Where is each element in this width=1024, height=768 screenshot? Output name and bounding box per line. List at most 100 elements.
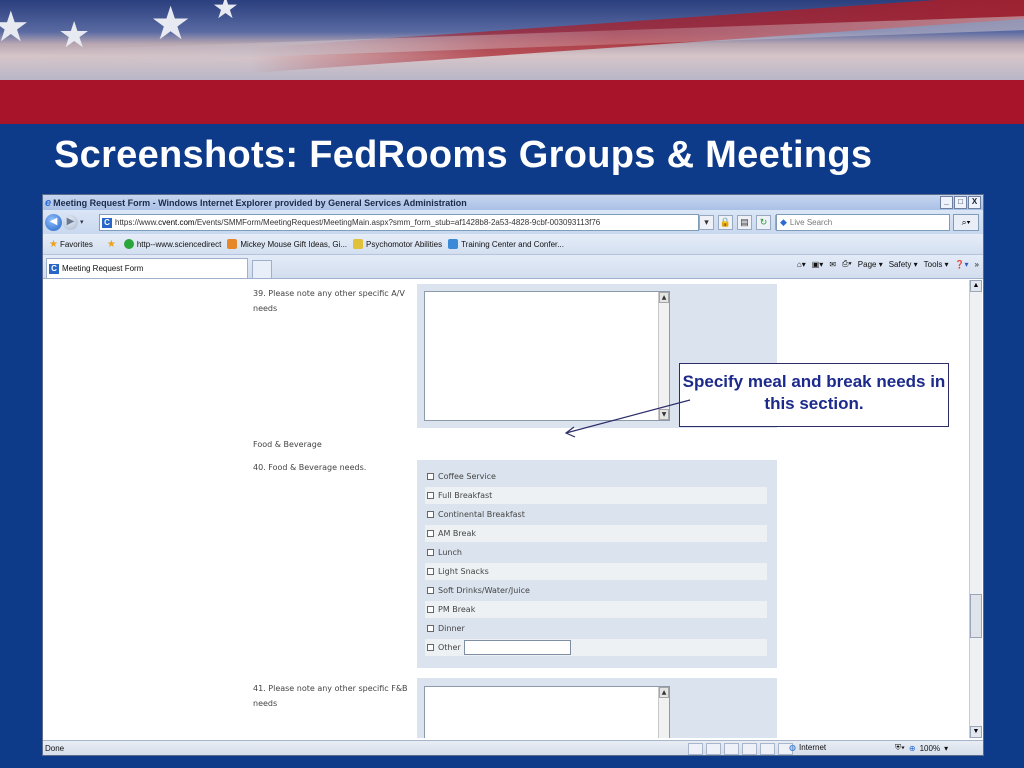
safety-menu[interactable]: Safety ▾ <box>889 260 918 269</box>
textarea-scrollbar[interactable]: ▲ ▼ <box>658 292 669 420</box>
minimize-button[interactable]: _ <box>940 196 953 209</box>
checkbox[interactable] <box>427 644 434 651</box>
fb-needs-textarea[interactable]: ▲ <box>424 686 670 738</box>
other-text-input[interactable] <box>463 640 571 655</box>
favorites-star-icon: ★ <box>49 238 58 250</box>
favorite-link-psychomotor[interactable]: Psychomotor Abilities <box>353 239 442 249</box>
favorite-link-mickey[interactable]: Mickey Mouse Gift Ideas, Gi... <box>227 239 347 249</box>
window-titlebar: e Meeting Request Form - Windows Interne… <box>43 195 983 210</box>
option-label: Lunch <box>438 548 462 557</box>
favorite-link-sciencedirect[interactable]: http--www.sciencedirect <box>123 239 222 249</box>
address-domain: cvent.com <box>158 218 195 227</box>
textarea-scrollbar[interactable]: ▲ <box>658 687 669 738</box>
address-path: /Events/SMMForm/MeetingRequest/MeetingMa… <box>194 218 601 227</box>
close-window-button[interactable]: X <box>968 196 981 209</box>
zoom-control[interactable]: ⛨▾ ⊕ 100% ▾ <box>895 743 948 753</box>
question-41-label: 41. Please note any other specific F&B n… <box>253 684 408 708</box>
history-dropdown-icon[interactable]: ▾ <box>80 218 84 226</box>
forward-button[interactable]: ▶ <box>63 214 78 230</box>
checkbox[interactable] <box>427 511 434 518</box>
checkbox[interactable] <box>427 625 434 632</box>
option-pm-break[interactable]: PM Break <box>425 601 767 618</box>
option-soft-drinks[interactable]: Soft Drinks/Water/Juice <box>425 582 767 599</box>
funnel-icon <box>448 239 459 249</box>
maximize-button[interactable]: □ <box>954 196 967 209</box>
checkbox[interactable] <box>427 568 434 575</box>
mail-icon[interactable]: ✉ <box>829 260 836 269</box>
favorite-link-label: Psychomotor Abilities <box>366 239 443 249</box>
page-menu[interactable]: Page ▾ <box>858 260 883 269</box>
print-icon[interactable]: ⎙▾ <box>842 259 852 269</box>
question-40-label: 40. Food & Beverage needs. <box>253 463 367 472</box>
chevron-more-icon[interactable]: » <box>975 260 979 269</box>
scroll-up-icon[interactable]: ▲ <box>659 687 669 698</box>
help-icon[interactable]: ❓▾ <box>955 260 969 269</box>
tab-meeting-request-form[interactable]: C Meeting Request Form <box>46 258 248 278</box>
option-label: AM Break <box>438 529 476 538</box>
gift-icon <box>227 239 238 249</box>
option-label: PM Break <box>438 605 476 614</box>
new-tab-button[interactable] <box>252 260 272 278</box>
favorites-bar: ★ Favorites ★ http--www.sciencedirect Mi… <box>43 234 983 255</box>
refresh-icon[interactable]: ↻ <box>756 215 771 230</box>
address-prefix: https://www. <box>115 218 159 227</box>
add-favorite-button[interactable]: ★ <box>107 239 118 250</box>
status-bar: Done ◍ Internet ⛨▾ ⊕ 100% ▾ <box>43 740 983 755</box>
security-zone[interactable]: ◍ Internet <box>789 743 826 752</box>
address-dropdown-icon[interactable]: ▾ <box>699 215 714 230</box>
option-continental-breakfast[interactable]: Continental Breakfast <box>425 506 767 523</box>
star-icon: ★ <box>0 2 30 51</box>
window-controls: _ □ X <box>940 196 981 209</box>
browser-window: e Meeting Request Form - Windows Interne… <box>42 194 984 756</box>
star-icon: ★ <box>58 15 91 56</box>
page-scrollbar[interactable]: ▲ ▼ <box>969 280 982 738</box>
scroll-down-icon[interactable]: ▼ <box>659 409 669 420</box>
annotation-callout: Specify meal and break needs in this sec… <box>679 363 949 427</box>
checkbox[interactable] <box>427 530 434 537</box>
favorites-button[interactable]: ★ Favorites <box>49 239 93 250</box>
flag-banner: ★ ★ ★ ★ <box>0 0 1024 80</box>
scroll-down-icon[interactable]: ▼ <box>970 726 982 738</box>
option-full-breakfast[interactable]: Full Breakfast <box>425 487 767 504</box>
option-label: Coffee Service <box>438 472 496 481</box>
feeds-icon[interactable]: ▣▾ <box>812 260 824 269</box>
checkbox[interactable] <box>427 473 434 480</box>
option-lunch[interactable]: Lunch <box>425 544 767 561</box>
favorite-link-label: Training Center and Confer... <box>461 239 564 249</box>
favorite-link-label: http--www.sciencedirect <box>136 239 222 249</box>
option-other[interactable]: Other <box>425 639 767 656</box>
address-bar[interactable]: C https://www. cvent.com/Events/SMMForm/M… <box>99 214 699 231</box>
status-cells <box>688 743 793 755</box>
checkbox[interactable] <box>427 587 434 594</box>
star-icon: ★ <box>212 0 239 26</box>
lock-icon[interactable]: 🔒 <box>718 215 733 230</box>
scrollbar-thumb[interactable] <box>970 594 982 638</box>
back-button[interactable]: ◀ <box>45 213 62 231</box>
tools-menu[interactable]: Tools ▾ <box>924 260 949 269</box>
search-button[interactable]: ⌕▾ <box>953 214 979 231</box>
star-icon: ★ <box>150 0 192 50</box>
zoom-dropdown-icon[interactable]: ▾ <box>944 744 948 753</box>
checkbox[interactable] <box>427 606 434 613</box>
home-icon[interactable]: ⌂▾ <box>797 260 806 269</box>
option-coffee-service[interactable]: Coffee Service <box>425 468 767 485</box>
search-input[interactable]: ◆ Live Search <box>776 214 950 231</box>
checkbox[interactable] <box>427 492 434 499</box>
protected-mode-icon[interactable]: ⛨▾ <box>895 743 905 753</box>
option-label: Continental Breakfast <box>438 510 525 519</box>
status-text: Done <box>45 744 65 753</box>
option-light-snacks[interactable]: Light Snacks <box>425 563 767 580</box>
option-dinner[interactable]: Dinner <box>425 620 767 637</box>
av-needs-textarea[interactable]: ▲ ▼ <box>424 291 670 421</box>
tab-favicon-icon: C <box>49 263 59 274</box>
favorite-link-training[interactable]: Training Center and Confer... <box>448 239 564 249</box>
section-header-food-beverage: Food & Beverage <box>253 440 322 449</box>
option-am-break[interactable]: AM Break <box>425 525 767 542</box>
live-search-icon: ◆ <box>780 217 787 227</box>
scroll-up-icon[interactable]: ▲ <box>659 292 669 303</box>
checkbox[interactable] <box>427 549 434 556</box>
red-band <box>0 80 1024 124</box>
page-content: 39. Please note any other specific A/V n… <box>43 280 968 738</box>
compatibility-icon[interactable]: ▤ <box>737 215 752 230</box>
scroll-up-icon[interactable]: ▲ <box>970 280 982 292</box>
